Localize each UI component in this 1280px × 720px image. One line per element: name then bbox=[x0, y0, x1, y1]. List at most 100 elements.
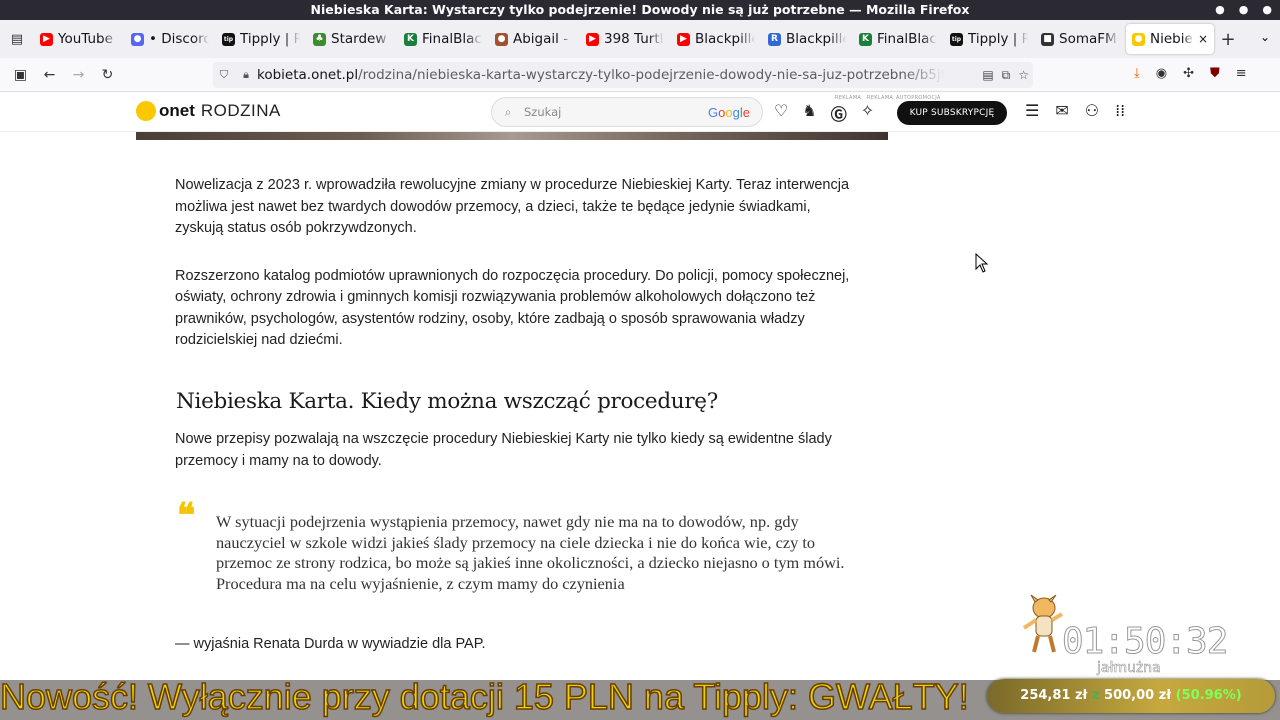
favorites-heart-icon[interactable]: ♡ bbox=[774, 101, 788, 125]
close-tab-icon[interactable]: × bbox=[1198, 32, 1208, 46]
ublock-icon[interactable]: ⛊ bbox=[1210, 66, 1220, 81]
tab-label: YouTube bbox=[58, 31, 113, 47]
menu-icon[interactable]: ≡ bbox=[1236, 66, 1247, 81]
back-button[interactable]: ← bbox=[35, 67, 64, 83]
browser-tab[interactable]: ● Abigail - S bbox=[489, 24, 579, 54]
mail-icon[interactable]: ✉ bbox=[1055, 101, 1068, 120]
browser-tab[interactable]: ▶ Blackpilled bbox=[671, 24, 761, 54]
goal-percent: (50.96%) bbox=[1175, 688, 1242, 703]
donation-ticker: Nowość! Wyłącznie przy dotacji 15 PLN na… bbox=[0, 675, 969, 718]
tab-label: FinalBlack bbox=[422, 31, 482, 47]
user-icon[interactable]: ⚇ bbox=[1085, 101, 1099, 120]
finalblack-icon: K bbox=[404, 32, 417, 46]
stardew-icon: ♣ bbox=[313, 32, 326, 46]
list-all-tabs-icon[interactable]: ⌄ bbox=[1260, 30, 1270, 44]
sidebar-toggle-icon[interactable]: ▣ bbox=[6, 67, 35, 83]
reload-button[interactable]: ↻ bbox=[93, 67, 122, 83]
section-heading: Niebieska Karta. Kiedy można wszcząć pro… bbox=[176, 388, 718, 414]
goal-target: 500,00 zł bbox=[1104, 688, 1172, 703]
quote-mark-icon: ❝ bbox=[177, 496, 196, 536]
extensions-icon[interactable]: ✣ bbox=[1183, 66, 1194, 81]
promo-g-icon[interactable]: Ⓖ bbox=[831, 101, 847, 125]
paragraph: Nowe przepisy pozwalają na wszczęcie pro… bbox=[175, 431, 832, 469]
paragraph: Nowelizacja z 2023 r. wprowadziła rewolu… bbox=[175, 177, 850, 236]
firefox-view-icon[interactable]: ▤ bbox=[0, 32, 34, 47]
hamburger-menu-icon[interactable]: ☰ bbox=[1025, 101, 1039, 120]
url-host: kobieta.onet.pl bbox=[257, 67, 359, 83]
paragraph: Rozszerzono katalog podmiotów uprawniony… bbox=[175, 267, 850, 349]
tab-label: Blackpilled bbox=[695, 31, 755, 47]
blackpilled-icon: R bbox=[768, 32, 781, 46]
quote-attribution: — wyjaśnia Renata Durda w wywiadzie dla … bbox=[175, 636, 486, 652]
site-header: onet RODZINA ⌕ Szukaj Google ♡ ♞ Ⓖ ✧ REK… bbox=[0, 92, 1280, 132]
youtube-icon: ▶ bbox=[586, 32, 599, 46]
browser-tab[interactable]: ● Niebieska × bbox=[1126, 24, 1214, 54]
mascot-image bbox=[1020, 594, 1064, 656]
tab-label: Tipply | Re bbox=[240, 31, 300, 47]
lock-icon[interactable]: 🔒︎ bbox=[235, 68, 257, 82]
browser-tab[interactable]: tip Tipply | Re bbox=[216, 24, 306, 54]
hero-image-bottom bbox=[136, 132, 888, 140]
new-tab-button[interactable]: + bbox=[1214, 29, 1242, 50]
search-input[interactable]: ⌕ Szukaj Google bbox=[491, 97, 763, 127]
apps-grid-icon[interactable]: ⁞⁞ bbox=[1115, 101, 1125, 120]
youtube-icon: ▶ bbox=[677, 32, 690, 46]
somafm-icon: ■ bbox=[1041, 32, 1054, 46]
reader-view-icon[interactable]: ▤ bbox=[982, 62, 993, 88]
promo-badge-icon[interactable]: ✧ bbox=[861, 101, 874, 125]
minimize-button[interactable]: ● bbox=[1215, 0, 1225, 20]
timer-label: jałmużna bbox=[1097, 660, 1161, 677]
browser-tab[interactable]: tip Tipply | Re bbox=[944, 24, 1034, 54]
onet-icon: ● bbox=[1132, 32, 1145, 46]
chess-knight-icon[interactable]: ♞ bbox=[802, 101, 816, 125]
address-bar[interactable]: ⛉ 🔒︎ kobieta.onet.pl /rodzina/niebieska-… bbox=[213, 62, 1033, 88]
brand-name: onet bbox=[159, 101, 195, 120]
tab-label: 398 Turtle bbox=[604, 31, 664, 47]
tab-label: Niebieska bbox=[1150, 31, 1194, 47]
browser-tab[interactable]: ● • Discord bbox=[125, 24, 215, 54]
tab-label: Tipply | Re bbox=[968, 31, 1028, 47]
window-controls: ● ● ● bbox=[1215, 0, 1272, 20]
window-titlebar: Niebieska Karta: Wystarczy tylko podejrz… bbox=[0, 0, 1280, 20]
finalblack-icon: K bbox=[859, 32, 872, 46]
section-name: RODZINA bbox=[200, 101, 281, 120]
tab-label: SomaFM bbox=[1059, 31, 1117, 47]
discord-icon: ● bbox=[131, 32, 144, 46]
forward-button[interactable]: → bbox=[64, 67, 93, 83]
account-icon[interactable]: ◉ bbox=[1156, 66, 1167, 81]
tab-label: Stardew V bbox=[331, 31, 391, 47]
google-logo: Google bbox=[708, 105, 750, 120]
tab-label: Abigail - S bbox=[513, 31, 573, 47]
bookmark-star-icon[interactable]: ☆ bbox=[1018, 62, 1029, 88]
tracking-shield-icon[interactable]: ⛉ bbox=[213, 68, 235, 82]
donation-goal-bar: 254,81 zł z 500,00 zł (50.96%) bbox=[987, 679, 1275, 713]
stream-timer: 01:50:32 bbox=[1061, 621, 1228, 663]
navigation-toolbar: ▣ ← → ↻ ⛉ 🔒︎ kobieta.onet.pl /rodzina/ni… bbox=[0, 58, 1280, 92]
downloads-icon[interactable]: ⤓ bbox=[1134, 66, 1140, 81]
browser-tab[interactable]: ♣ Stardew V bbox=[307, 24, 397, 54]
url-path: /rodzina/niebieska-karta-wystarczy-tylko… bbox=[358, 67, 946, 83]
subscribe-button[interactable]: KUP SUBSKRYPCJĘ bbox=[897, 101, 1007, 125]
picture-in-picture-icon[interactable]: ⧉ bbox=[1002, 62, 1011, 88]
search-placeholder: Szukaj bbox=[524, 105, 562, 119]
browser-tab[interactable]: ■ SomaFM bbox=[1035, 24, 1125, 54]
browser-tab[interactable]: R Blackpilled bbox=[762, 24, 852, 54]
browser-tab[interactable]: K FinalBlack bbox=[398, 24, 488, 54]
quote-text: W sytuacji podejrzenia wystąpienia przem… bbox=[216, 512, 845, 593]
onet-logo[interactable]: onet RODZINA bbox=[136, 101, 281, 121]
tab-strip: ▤ ▶ YouTube ● • Discord tip Tipply | Re ♣ Stard… bbox=[0, 20, 1280, 58]
tab-label: • Discord bbox=[149, 31, 209, 47]
browser-tab[interactable]: K FinalBlack bbox=[853, 24, 943, 54]
maximize-button[interactable]: ● bbox=[1239, 0, 1249, 20]
search-icon: ⌕ bbox=[504, 104, 512, 119]
goal-current: 254,81 zł bbox=[1020, 688, 1088, 703]
youtube-icon: ▶ bbox=[40, 32, 53, 46]
tipply-icon: tip bbox=[950, 32, 963, 46]
goal-separator: z bbox=[1091, 688, 1100, 703]
tab-label: Blackpilled bbox=[786, 31, 846, 47]
article-body: Nowelizacja z 2023 r. wprowadziła rewolu… bbox=[175, 175, 855, 656]
tipply-icon: tip bbox=[222, 32, 235, 46]
close-window-button[interactable]: ● bbox=[1262, 0, 1272, 20]
browser-tab[interactable]: ▶ 398 Turtle bbox=[580, 24, 670, 54]
browser-tab[interactable]: ▶ YouTube bbox=[34, 24, 124, 54]
